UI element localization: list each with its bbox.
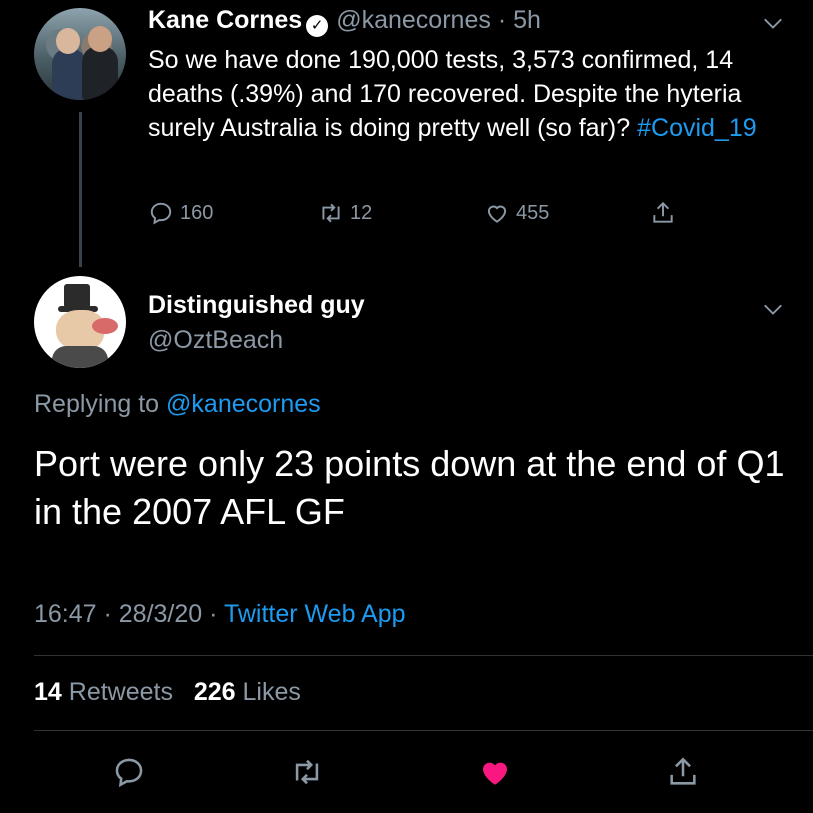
verified-badge-icon: ✓ — [306, 15, 329, 37]
likes-stat[interactable]: 226 Likes — [194, 678, 301, 706]
retweet-icon[interactable] — [290, 755, 324, 789]
like-count: 455 — [516, 201, 550, 224]
reply-icon — [150, 202, 172, 225]
tweet-time[interactable]: · 5h — [498, 6, 541, 34]
divider — [34, 655, 813, 656]
engagement-counts: 14 Retweets 226 Likes — [34, 678, 301, 707]
share-action[interactable] — [650, 200, 676, 226]
chevron-down-icon[interactable] — [762, 298, 784, 320]
author-name[interactable]: Kane Cornes — [148, 6, 302, 34]
parent-tweet-header: Kane Cornes ✓ @kanecornes · 5h — [148, 6, 541, 37]
heart-icon-liked[interactable] — [477, 755, 513, 789]
replying-to-link[interactable]: @kanecornes — [166, 390, 321, 418]
reply-author-name[interactable]: Distinguished guy — [148, 291, 365, 320]
divider — [34, 730, 813, 731]
reply-icon[interactable] — [112, 755, 146, 789]
tweet-source-link[interactable]: Twitter Web App — [224, 600, 406, 628]
reply-count: 160 — [180, 201, 214, 224]
chevron-down-icon[interactable] — [762, 12, 784, 34]
reply-author-handle[interactable]: @OztBeach — [148, 326, 283, 355]
parent-tweet-text: So we have done 190,000 tests, 3,573 con… — [148, 46, 757, 142]
retweet-icon — [322, 203, 340, 223]
tweet-meta: 16:47 · 28/3/20 · Twitter Web App — [34, 600, 406, 629]
share-icon[interactable] — [666, 755, 700, 789]
retweets-stat[interactable]: 14 Retweets — [34, 678, 173, 706]
retweet-action[interactable]: 12 — [318, 200, 372, 226]
replying-to-line: Replying to @kanecornes — [34, 390, 321, 418]
tweet-timestamp[interactable]: 16:47 · 28/3/20 · — [34, 600, 217, 628]
retweet-count: 12 — [350, 201, 373, 224]
hashtag-link[interactable]: #Covid_19 — [637, 114, 757, 142]
like-action[interactable]: 455 — [484, 200, 549, 226]
avatar-distinguished-guy[interactable] — [34, 276, 126, 368]
reply-tweet-text: Port were only 23 points down at the end… — [34, 443, 785, 532]
avatar-kane-cornes[interactable] — [34, 8, 126, 100]
heart-icon — [487, 205, 507, 223]
author-handle[interactable]: @kanecornes — [336, 6, 491, 34]
share-icon — [653, 201, 673, 223]
reply-action[interactable]: 160 — [148, 200, 213, 226]
thread-connector-line — [79, 112, 82, 267]
